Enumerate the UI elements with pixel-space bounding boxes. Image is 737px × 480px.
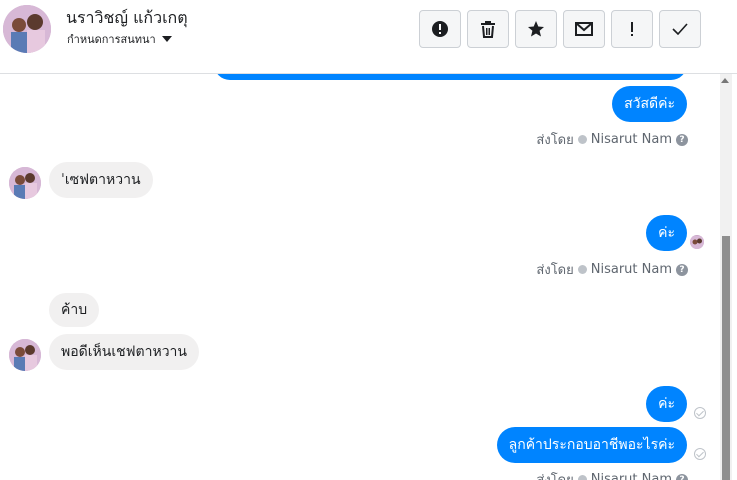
contact-avatar[interactable] bbox=[3, 5, 51, 53]
follow-up-button[interactable] bbox=[611, 10, 653, 48]
sent-by-line: ส่งโดย Nisarut Nam ? bbox=[536, 259, 688, 280]
message-bubble-outgoing: สวัสดีค่ะ bbox=[612, 86, 687, 122]
sent-by-line: ส่งโดย Nisarut Nam ? bbox=[536, 129, 688, 150]
help-icon[interactable]: ? bbox=[676, 133, 688, 146]
verified-icon bbox=[577, 265, 587, 274]
delete-button[interactable] bbox=[467, 10, 509, 48]
conversation-toolbar bbox=[419, 10, 701, 48]
message-bubble-partial bbox=[214, 74, 687, 80]
sent-by-agent: Nisarut Nam bbox=[590, 132, 672, 147]
scrollbar-thumb[interactable] bbox=[722, 236, 730, 480]
sent-by-agent: Nisarut Nam bbox=[590, 262, 672, 277]
message-bubble-outgoing: ค่ะ bbox=[646, 386, 687, 422]
report-spam-button[interactable] bbox=[419, 10, 461, 48]
mail-icon bbox=[575, 22, 593, 36]
mark-unread-button[interactable] bbox=[563, 10, 605, 48]
sent-by-prefix: ส่งโดย bbox=[536, 469, 573, 480]
delivered-check-icon bbox=[694, 448, 706, 460]
message-bubble-outgoing: ค่ะ bbox=[646, 215, 687, 251]
message-bubble-incoming: พอดีเห็นเชฟตาหวาน bbox=[49, 334, 199, 370]
label-dropdown-text: กำหนดการสนทนา bbox=[67, 33, 156, 46]
contact-avatar-small bbox=[9, 167, 41, 199]
message-thread[interactable]: สวัสดีค่ะ ส่งโดย Nisarut Nam ? ˈเซฟตาหวา… bbox=[0, 74, 737, 480]
delivered-check-icon bbox=[694, 407, 706, 419]
exclamation-icon bbox=[631, 22, 633, 36]
caret-down-icon bbox=[161, 36, 172, 42]
seen-avatar bbox=[690, 235, 704, 249]
contact-avatar-small bbox=[9, 339, 41, 371]
message-bubble-outgoing: ลูกค้าประกอบอาชีพอะไรค่ะ bbox=[496, 427, 687, 463]
trash-icon bbox=[481, 21, 495, 38]
check-icon bbox=[672, 23, 688, 35]
star-icon bbox=[528, 21, 544, 37]
help-icon[interactable]: ? bbox=[676, 263, 688, 276]
sent-by-prefix: ส่งโดย bbox=[536, 133, 574, 148]
mark-done-button[interactable] bbox=[659, 10, 701, 48]
conversation-header: นราวิชญ์ แก้วเกตุ กำหนดการสนทนา bbox=[0, 0, 737, 74]
conversation-label-dropdown[interactable]: กำหนดการสนทนา bbox=[67, 30, 172, 48]
sent-by-prefix: ส่งโดย bbox=[536, 263, 574, 278]
report-icon bbox=[432, 21, 448, 37]
verified-icon bbox=[577, 475, 587, 480]
sent-by-line: ส่งโดย Nisarut Nam ? bbox=[536, 469, 688, 480]
help-icon[interactable]: ? bbox=[676, 473, 688, 480]
contact-name[interactable]: นราวิชญ์ แก้วเกตุ bbox=[66, 6, 188, 31]
message-bubble-incoming: ค้าบ bbox=[49, 293, 100, 327]
sent-by-agent: Nisarut Nam bbox=[590, 472, 672, 480]
verified-icon bbox=[577, 135, 587, 144]
message-bubble-incoming: ˈเซฟตาหวาน bbox=[49, 162, 153, 198]
star-button[interactable] bbox=[515, 10, 557, 48]
scroll-up-arrow-icon[interactable] bbox=[721, 78, 729, 83]
